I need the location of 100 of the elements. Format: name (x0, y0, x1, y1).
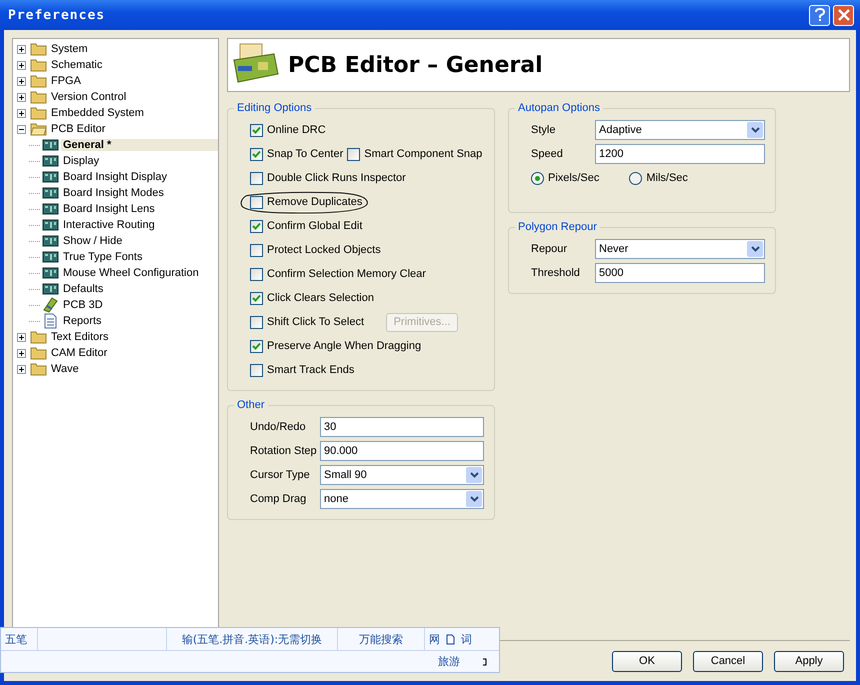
expand-toggle[interactable] (17, 44, 28, 54)
folder-icon (30, 42, 47, 56)
checkbox-label: Confirm Global Edit (267, 220, 362, 232)
field-label: Repour (531, 243, 568, 255)
circuit-board-icon (42, 219, 59, 231)
apply-button[interactable]: Apply (774, 650, 844, 672)
tree-item[interactable]: Wave (49, 363, 81, 375)
field-label: Style (531, 124, 556, 136)
folder-icon (30, 106, 47, 120)
tree-item[interactable]: Text Editors (49, 331, 110, 343)
checkbox-label: Confirm Selection Memory Clear (267, 268, 426, 280)
checkbox[interactable] (347, 148, 360, 160)
tree-item[interactable]: Schematic (49, 59, 104, 71)
tree-item[interactable]: Reports (61, 315, 104, 327)
ime-link[interactable]: 词 (461, 632, 472, 646)
checkbox[interactable] (250, 196, 263, 208)
document-icon (42, 313, 59, 329)
checkbox[interactable] (250, 220, 263, 232)
radio-label: Mils/Sec (646, 172, 688, 184)
radio-button[interactable] (531, 172, 544, 184)
dropdown[interactable]: none (320, 489, 484, 509)
ok-button[interactable]: OK (612, 650, 682, 672)
chevron-down-icon (470, 496, 478, 502)
chevron-down-icon (470, 472, 478, 478)
tree-item[interactable]: Board Insight Modes (61, 187, 166, 199)
folder-icon (30, 58, 47, 72)
chevron-down-icon (750, 127, 760, 133)
circuit-board-icon (42, 139, 59, 151)
checkbox-label: Preserve Angle When Dragging (267, 340, 422, 352)
tree-item[interactable]: PCB Editor (49, 123, 108, 135)
input-field[interactable]: 30 (320, 417, 484, 437)
checkbox-label: Smart Component Snap (364, 148, 482, 160)
checkbox-label: Snap To Center (267, 148, 344, 160)
checkbox[interactable] (250, 364, 263, 376)
cancel-button[interactable]: Cancel (693, 650, 763, 672)
tree-item[interactable]: Defaults (61, 283, 106, 295)
checkbox-label: Online DRC (267, 124, 326, 136)
tree-item[interactable]: General * (61, 139, 218, 151)
tree-item[interactable]: Board Insight Lens (61, 203, 157, 215)
input-field[interactable]: 5000 (595, 263, 765, 283)
tree-item[interactable]: Mouse Wheel Configuration (61, 267, 201, 279)
folder-icon (30, 346, 47, 360)
tree-item[interactable]: FPGA (49, 75, 83, 87)
dropdown[interactable]: Never (595, 239, 765, 259)
ime-hint: 输(五笔.拼音.英语):无需切换 (167, 628, 338, 650)
bracket-icon (482, 658, 487, 666)
circuit-board-icon (42, 187, 59, 199)
tree-item[interactable]: Version Control (49, 91, 128, 103)
expand-toggle[interactable] (17, 348, 28, 358)
tree-item[interactable]: Board Insight Display (61, 171, 169, 183)
checkbox[interactable] (250, 340, 263, 352)
ime-mode[interactable]: 五笔 (1, 628, 38, 650)
input-field[interactable]: 1200 (595, 144, 765, 164)
page-icon[interactable] (446, 634, 455, 644)
dropdown[interactable]: Small 90 (320, 465, 484, 485)
expand-toggle[interactable] (17, 92, 28, 102)
tree-item[interactable]: Display (61, 155, 102, 167)
expand-toggle[interactable] (17, 364, 28, 374)
tree-item[interactable]: Interactive Routing (61, 219, 157, 231)
tree-item[interactable]: Embedded System (49, 107, 146, 119)
checkbox[interactable] (250, 292, 263, 304)
tilted-board-icon (42, 297, 59, 313)
checkbox[interactable] (250, 244, 263, 256)
folder-icon (30, 90, 47, 104)
checkbox[interactable] (250, 268, 263, 280)
group-title: Other (236, 399, 266, 411)
checkbox[interactable] (250, 316, 263, 328)
close-icon (838, 9, 850, 21)
circuit-board-icon (42, 283, 59, 295)
expand-toggle[interactable] (17, 332, 28, 342)
folder-icon (30, 74, 47, 88)
ime-link[interactable]: 旅游 (438, 654, 460, 669)
tree-item[interactable]: True Type Fonts (61, 251, 144, 263)
tree-item[interactable]: Show / Hide (61, 235, 124, 247)
close-button[interactable] (833, 4, 854, 26)
circuit-board-icon (42, 203, 59, 215)
expand-toggle[interactable] (17, 124, 28, 134)
expand-toggle[interactable] (17, 60, 28, 70)
ime-link[interactable]: 网 (429, 632, 440, 646)
tree-item[interactable]: CAM Editor (49, 347, 110, 359)
tree-item[interactable]: System (49, 43, 90, 55)
checkbox-label: Click Clears Selection (267, 292, 374, 304)
help-button[interactable] (809, 4, 830, 26)
circuit-board-icon (42, 155, 59, 167)
folder-icon (30, 330, 47, 344)
field-label: Cursor Type (250, 469, 311, 481)
checkbox[interactable] (250, 124, 263, 136)
open-folder-icon (30, 122, 47, 136)
expand-toggle[interactable] (17, 108, 28, 118)
input-field[interactable]: 90.000 (320, 441, 484, 461)
checkbox[interactable] (250, 148, 263, 160)
dropdown[interactable]: Adaptive (595, 120, 765, 140)
ime-link[interactable]: 万能搜索 (338, 628, 425, 650)
expand-toggle[interactable] (17, 76, 28, 86)
checkbox-label: Remove Duplicates (267, 196, 362, 208)
radio-button[interactable] (629, 172, 642, 184)
help-icon (814, 8, 826, 22)
tree-item[interactable]: PCB 3D (61, 299, 105, 311)
checkbox[interactable] (250, 172, 263, 184)
radio-label: Pixels/Sec (548, 172, 600, 184)
